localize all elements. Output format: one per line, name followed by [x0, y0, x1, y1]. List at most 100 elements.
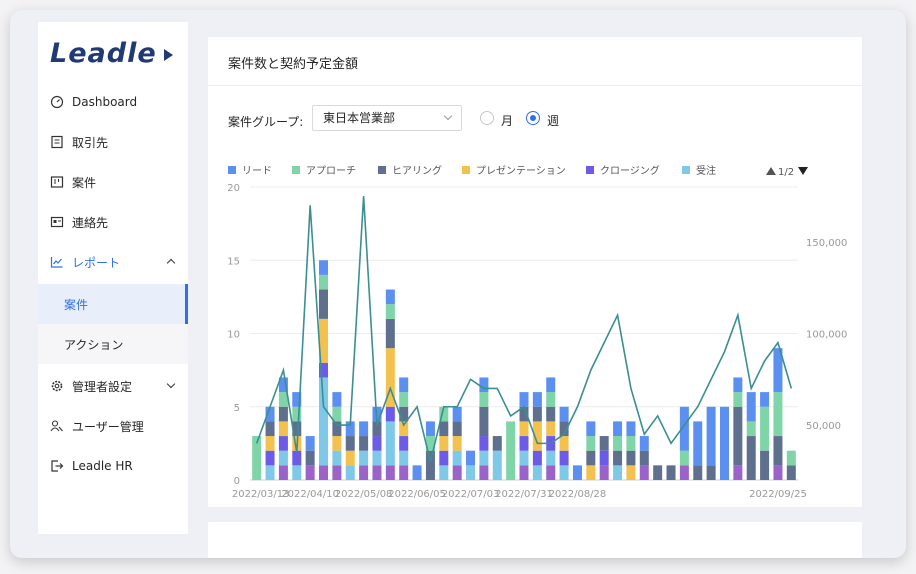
group-select[interactable]: 東日本営業部 [312, 105, 462, 131]
sidebar-item-label: 取引先 [72, 135, 109, 150]
bar-segment [319, 260, 329, 275]
bar-segment [466, 465, 476, 480]
gear-icon [50, 379, 64, 393]
bar-segment [399, 392, 409, 407]
group-filter-label: 案件グループ: [228, 115, 304, 129]
bar-segment [786, 450, 796, 466]
sidebar-item-dashboard[interactable]: Dashboard [38, 82, 188, 122]
deals-chart: リード アプローチ ヒアリング プレゼンテーション クロージング 受注 1/2 0 5 10 15 2… [227, 164, 847, 500]
radio-month[interactable] [480, 111, 494, 125]
bar-segment [305, 436, 315, 451]
bar-segment [399, 450, 409, 466]
bar-segment [385, 318, 395, 349]
logout-icon [50, 459, 64, 473]
bar-segment [372, 450, 382, 466]
bar-segment [586, 465, 596, 480]
legend-swatch [682, 166, 690, 174]
bar-segment [305, 465, 315, 480]
sidebar-subitem-actions-report[interactable]: アクション [38, 324, 188, 364]
bar-segment [372, 465, 382, 480]
y-tick-label: 5 [234, 403, 240, 414]
bar-segment [639, 465, 649, 480]
bar-segment [385, 304, 395, 319]
bar-segment [746, 436, 756, 480]
sidebar-subitem-deals-report[interactable]: 案件 [38, 284, 188, 324]
bar-segment [332, 450, 342, 466]
x-tick-label: 2022/05/08 [335, 489, 393, 500]
radio-week[interactable] [526, 111, 540, 125]
bar-segment [278, 465, 288, 480]
bar-segment [719, 406, 729, 480]
bar-segment [613, 465, 623, 480]
legend-prev-icon [766, 167, 776, 175]
bar-segment [399, 436, 409, 451]
sidebar-item-admin-settings[interactable]: 管理者設定 [38, 366, 188, 406]
sidebar-item-deals[interactable]: 案件 [38, 162, 188, 202]
bar-segment [666, 465, 676, 480]
legend-label: アプローチ [306, 165, 356, 177]
bar-segment [546, 406, 556, 422]
bar-segment [760, 450, 770, 480]
bar-segment [265, 421, 275, 437]
bar-segment [546, 421, 556, 437]
bar-segment [479, 406, 489, 437]
bar-segment [693, 421, 703, 466]
chevron-down-icon [443, 111, 453, 121]
bar-segment [292, 465, 302, 480]
bar-segment [479, 377, 489, 393]
contact-card-icon [50, 215, 64, 229]
bar-segment [278, 450, 288, 466]
bar-segment [519, 421, 529, 437]
x-tick-label: 2022/07/31 [495, 489, 553, 500]
sidebar-item-contacts[interactable]: 連絡先 [38, 202, 188, 242]
bar-segment [265, 436, 275, 451]
radio-week-label: 週 [547, 114, 560, 128]
bar-segment [452, 465, 462, 480]
legend-label: ヒアリング [392, 164, 442, 177]
bar-segment [639, 436, 649, 451]
bar-segment [319, 289, 329, 319]
users-icon [50, 419, 64, 433]
legend-label: クロージング [600, 164, 660, 177]
bar-segment [773, 392, 783, 437]
bar-segment [278, 436, 288, 451]
bar-segment [492, 450, 502, 480]
bar-segment [693, 465, 703, 480]
y-tick-label: 10 [227, 330, 240, 341]
card-title: 案件数と契約予定金額 [228, 57, 359, 72]
y2-tick-label: 50,000 [806, 421, 841, 432]
group-select-value: 東日本営業部 [323, 111, 396, 125]
bar-segment [439, 465, 449, 480]
bar-segment [599, 465, 609, 480]
bar-segment [559, 436, 569, 451]
bar-segment [492, 436, 502, 451]
bar-segment [399, 406, 409, 422]
sidebar-subitem-label: 案件 [64, 297, 89, 312]
sidebar-item-label: 管理者設定 [72, 379, 133, 394]
bar-segment [439, 450, 449, 466]
bar-segment [626, 465, 636, 480]
sidebar-item-user-management[interactable]: ユーザー管理 [38, 406, 188, 446]
bar-segment [532, 406, 542, 422]
bar-segment [760, 392, 770, 407]
bar-segment [773, 436, 783, 466]
bar-segment [706, 406, 716, 466]
sidebar-item-label: Leadle HR [72, 459, 133, 473]
sidebar-item-leadle-hr[interactable]: Leadle HR [38, 446, 188, 486]
bar-segment [385, 465, 395, 480]
leadle-logo[interactable]: Leadle [50, 38, 157, 69]
sidebar-item-reports[interactable]: レポート [38, 242, 188, 282]
bar-segment [559, 406, 569, 422]
bar-segment [319, 465, 329, 480]
bar-segment [452, 436, 462, 451]
sidebar-item-accounts[interactable]: 取引先 [38, 122, 188, 162]
y2-tick-label: 100,000 [806, 330, 847, 341]
bar-segment [519, 392, 529, 407]
y-tick-label: 15 [227, 256, 240, 267]
bar-segment [733, 377, 743, 393]
bar-segment [452, 406, 462, 422]
x-tick-label: 2022/06/05 [388, 489, 446, 500]
bar-segment [519, 465, 529, 480]
bar-segment [760, 406, 770, 451]
x-tick-label: 2022/08/28 [549, 489, 607, 500]
